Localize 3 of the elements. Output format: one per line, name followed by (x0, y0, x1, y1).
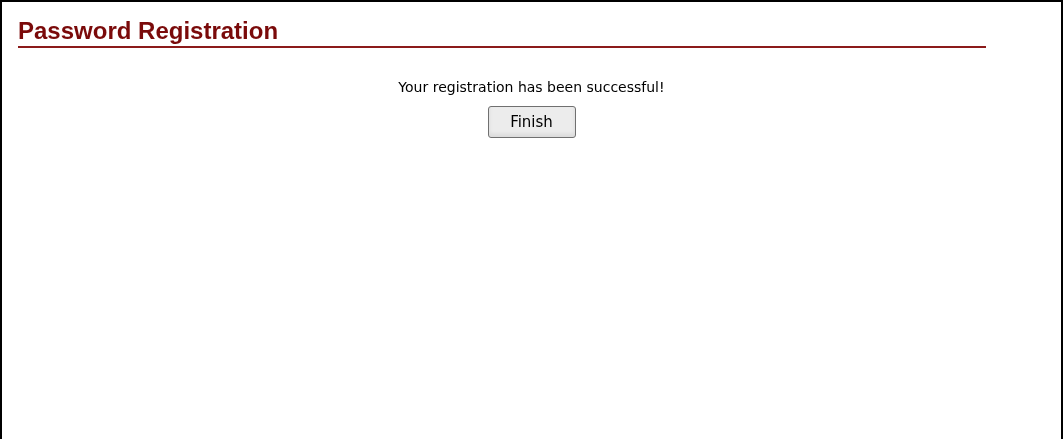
finish-button[interactable]: Finish (487, 106, 576, 138)
page-title: Password Registration (18, 16, 279, 46)
success-message: Your registration has been successful! (398, 78, 665, 96)
